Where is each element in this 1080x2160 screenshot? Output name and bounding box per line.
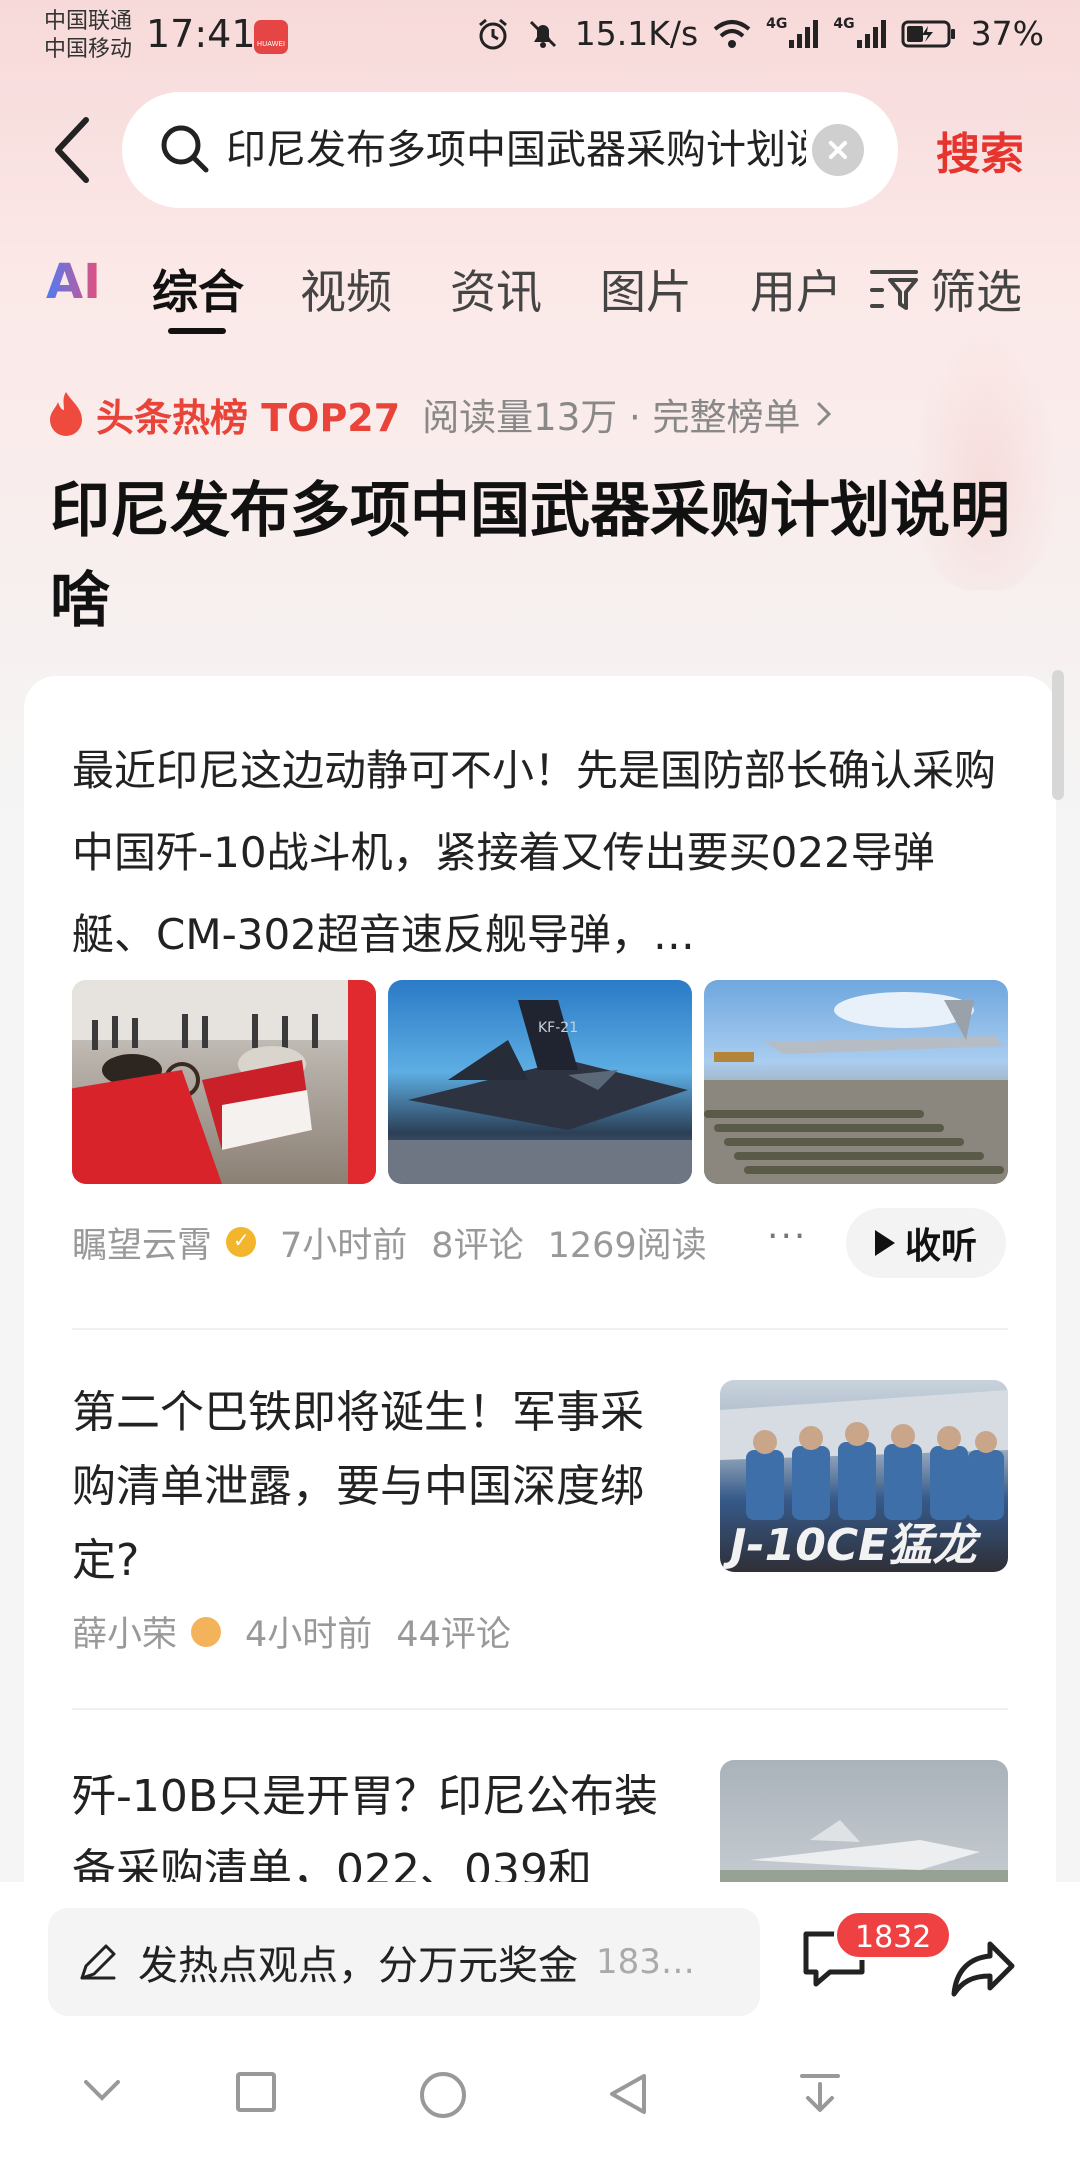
back-button[interactable] (48, 112, 98, 188)
clear-icon[interactable] (812, 124, 864, 176)
hot-rank-meta: 阅读量13万 · 完整榜单 (422, 396, 801, 439)
pilots-illustration: J-10CE猛龙 (720, 1390, 1008, 1571)
status-time: 17:41 (146, 12, 256, 56)
carrier-1: 中国联通 (44, 9, 133, 34)
article-2-time: 4小时前 (245, 1615, 373, 1655)
system-nav-bar (0, 2016, 1080, 2160)
comment-placeholder: 发热点观点，分万元奖金 (138, 1943, 578, 1989)
filter-icon (870, 270, 918, 310)
hot-rank-label: 头条热榜 TOP27 (96, 395, 401, 440)
tab-users[interactable]: 用户 (750, 256, 842, 322)
share-icon[interactable] (950, 1938, 1016, 1998)
more-options-button[interactable]: ··· (767, 1216, 807, 1257)
search-input[interactable]: 印尼发布多项中国武器采购计划说明啥 (226, 122, 806, 178)
listen-label: 收听 (904, 1226, 977, 1267)
category-tabs: AI 综合 视频 资讯 图片 用户 筛选 (0, 248, 1080, 338)
nav-circle-icon[interactable] (418, 2070, 468, 2120)
search-button[interactable]: 搜索 (936, 118, 1024, 182)
article-1-text[interactable]: 最近印尼这边动静可不小！先是国防部长确认采购中国歼-10战斗机，紧接着又传出要买… (72, 730, 1012, 976)
filter-button[interactable]: 筛选 (868, 256, 1022, 322)
parade-illustration (72, 980, 376, 1184)
runway-illustration (704, 992, 1008, 1184)
fighter-jet-illustration: KF-21 (388, 1000, 692, 1184)
back-icon (55, 117, 89, 183)
search-icon (161, 125, 209, 173)
article-2-image[interactable]: J-10CE猛龙 (720, 1380, 1008, 1572)
scrollbar-thumb[interactable] (1052, 670, 1064, 800)
tab-ai[interactable]: AI (46, 254, 101, 310)
mute-bell-icon (529, 20, 556, 48)
signal-2: 4G (833, 15, 855, 32)
listen-button[interactable]: 收听 (846, 1208, 1006, 1278)
alarm-icon (478, 18, 507, 49)
article-1-time: 7小时前 (280, 1225, 408, 1266)
comment-count-inline: 183… (596, 1942, 695, 1982)
pen-icon (80, 1944, 116, 1980)
signal-bars-1-icon (789, 19, 819, 48)
carrier-labels: 中国联通 中国移动 (44, 8, 132, 64)
network-speed: 15.1K/s (574, 14, 699, 53)
tab-news[interactable]: 资讯 (450, 256, 542, 322)
article-1-comments: 8评论 (431, 1225, 524, 1266)
article-1-author[interactable]: 瞩望云霄 (72, 1217, 212, 1268)
article-1-image-fighter[interactable]: KF-21 (388, 980, 692, 1184)
tab-images[interactable]: 图片 (600, 256, 692, 322)
page-title: 印尼发布多项中国武器采购计划说明啥 (50, 476, 1010, 636)
flame-icon (50, 392, 82, 436)
hot-rank-link[interactable]: 头条热榜 TOP27 阅读量13万 · 完整榜单 (46, 384, 837, 444)
carrier-2: 中国移动 (44, 37, 133, 62)
nav-down-icon[interactable] (80, 2070, 124, 2110)
article-1-reads: 1269阅读 (547, 1225, 707, 1266)
nav-square-icon[interactable] (234, 2070, 278, 2114)
article-1-image-runway[interactable] (704, 980, 1008, 1184)
svg-text:J-10CE猛龙: J-10CE猛龙 (722, 1520, 982, 1571)
filter-label: 筛选 (930, 265, 1022, 319)
comment-count-badge: 1832 (834, 1910, 953, 1960)
divider (72, 1708, 1008, 1710)
article-2-meta: 薛小荣 4小时前 44评论 (72, 1606, 535, 1657)
play-icon (874, 1230, 895, 1256)
tab-comprehensive[interactable]: 综合 (152, 256, 244, 322)
tab-video[interactable]: 视频 (300, 256, 392, 322)
battery-icon (901, 20, 955, 47)
wifi-icon (713, 19, 751, 48)
nav-pulldown-icon[interactable] (798, 2070, 842, 2118)
article-2-comments: 44评论 (396, 1615, 511, 1655)
signal-bars-2-icon (856, 19, 886, 48)
battery-percent: 37% (970, 14, 1044, 53)
signal-1: 4G (766, 15, 788, 32)
article-1-images[interactable]: KF-21 (72, 980, 1008, 1184)
active-tab-indicator (168, 328, 226, 334)
search-box[interactable]: 印尼发布多项中国武器采购计划说明啥 (122, 92, 898, 208)
nav-back-icon[interactable] (606, 2070, 650, 2118)
comment-bar: 发热点观点，分万元奖金 183… 1832 (0, 1882, 1080, 2016)
creator-badge-icon (191, 1616, 222, 1647)
verified-icon (226, 1227, 257, 1257)
comment-input[interactable]: 发热点观点，分万元奖金 183… (48, 1908, 760, 2016)
article-2-author[interactable]: 薛小荣 (72, 1606, 177, 1657)
chevron-right-icon (817, 402, 831, 426)
app-notification-icon: HUAWEI (254, 20, 288, 54)
article-1-image-parade[interactable] (72, 980, 376, 1184)
divider (72, 1328, 1008, 1330)
svg-text:KF-21: KF-21 (538, 1020, 578, 1036)
status-bar: 中国联通 中国移动 17:41 HUAWEI 15.1K/s 4G 4G 37% (0, 0, 1080, 72)
status-icons: 15.1K/s 4G 4G 37% (475, 14, 1044, 53)
article-2-title[interactable]: 第二个巴铁即将诞生！军事采购清单泄露，要与中国深度绑定? (72, 1376, 672, 1598)
